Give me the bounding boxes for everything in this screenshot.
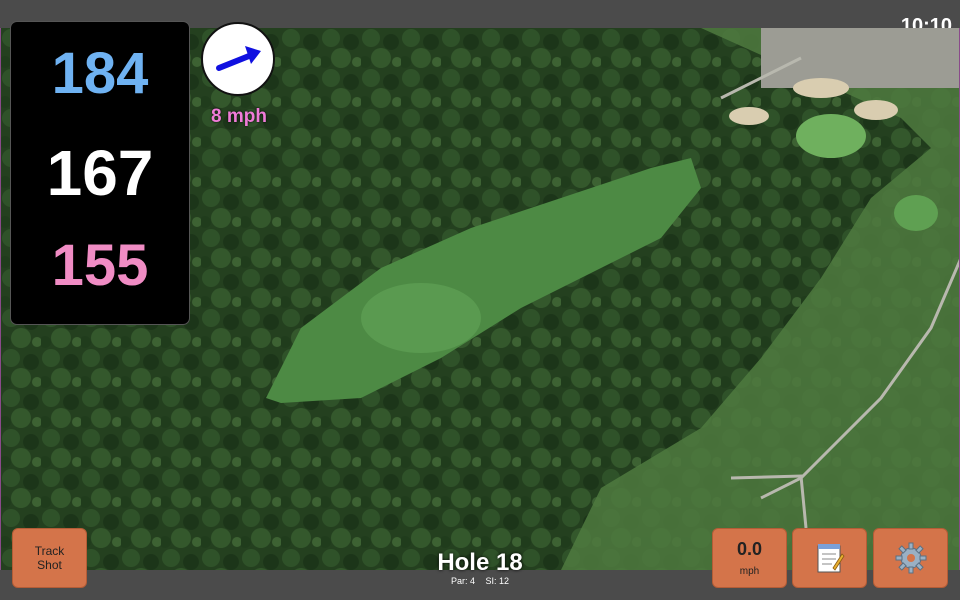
settings-button[interactable]: [873, 528, 948, 588]
speed-unit: mph: [739, 566, 760, 577]
track-shot-label: Track Shot: [34, 544, 65, 572]
gear-icon: [895, 542, 926, 574]
back-yardage: 184: [51, 41, 149, 106]
speed-value: 0.0: [736, 539, 763, 559]
yardage-panel: 184 167 155: [11, 22, 189, 324]
wind-direction-arrow-icon: [216, 46, 261, 71]
wind-direction-indicator: [201, 22, 275, 96]
scorecard-notepad-icon: [817, 544, 845, 573]
hole-title: Hole 18: [437, 549, 523, 576]
hole-stroke-index: SI: 12: [485, 576, 510, 586]
front-yardage: 155: [51, 233, 149, 298]
speed-button[interactable]: 0.0 mph: [712, 528, 787, 588]
track-shot-button[interactable]: Track Shot: [12, 528, 87, 588]
scorecard-button[interactable]: [792, 528, 867, 588]
middle-yardage: 167: [46, 137, 154, 209]
wind-speed: 8 mph: [211, 106, 267, 127]
hole-info: Par: 4 SI: 12: [380, 576, 580, 586]
hole-par: Par: 4: [450, 576, 475, 586]
